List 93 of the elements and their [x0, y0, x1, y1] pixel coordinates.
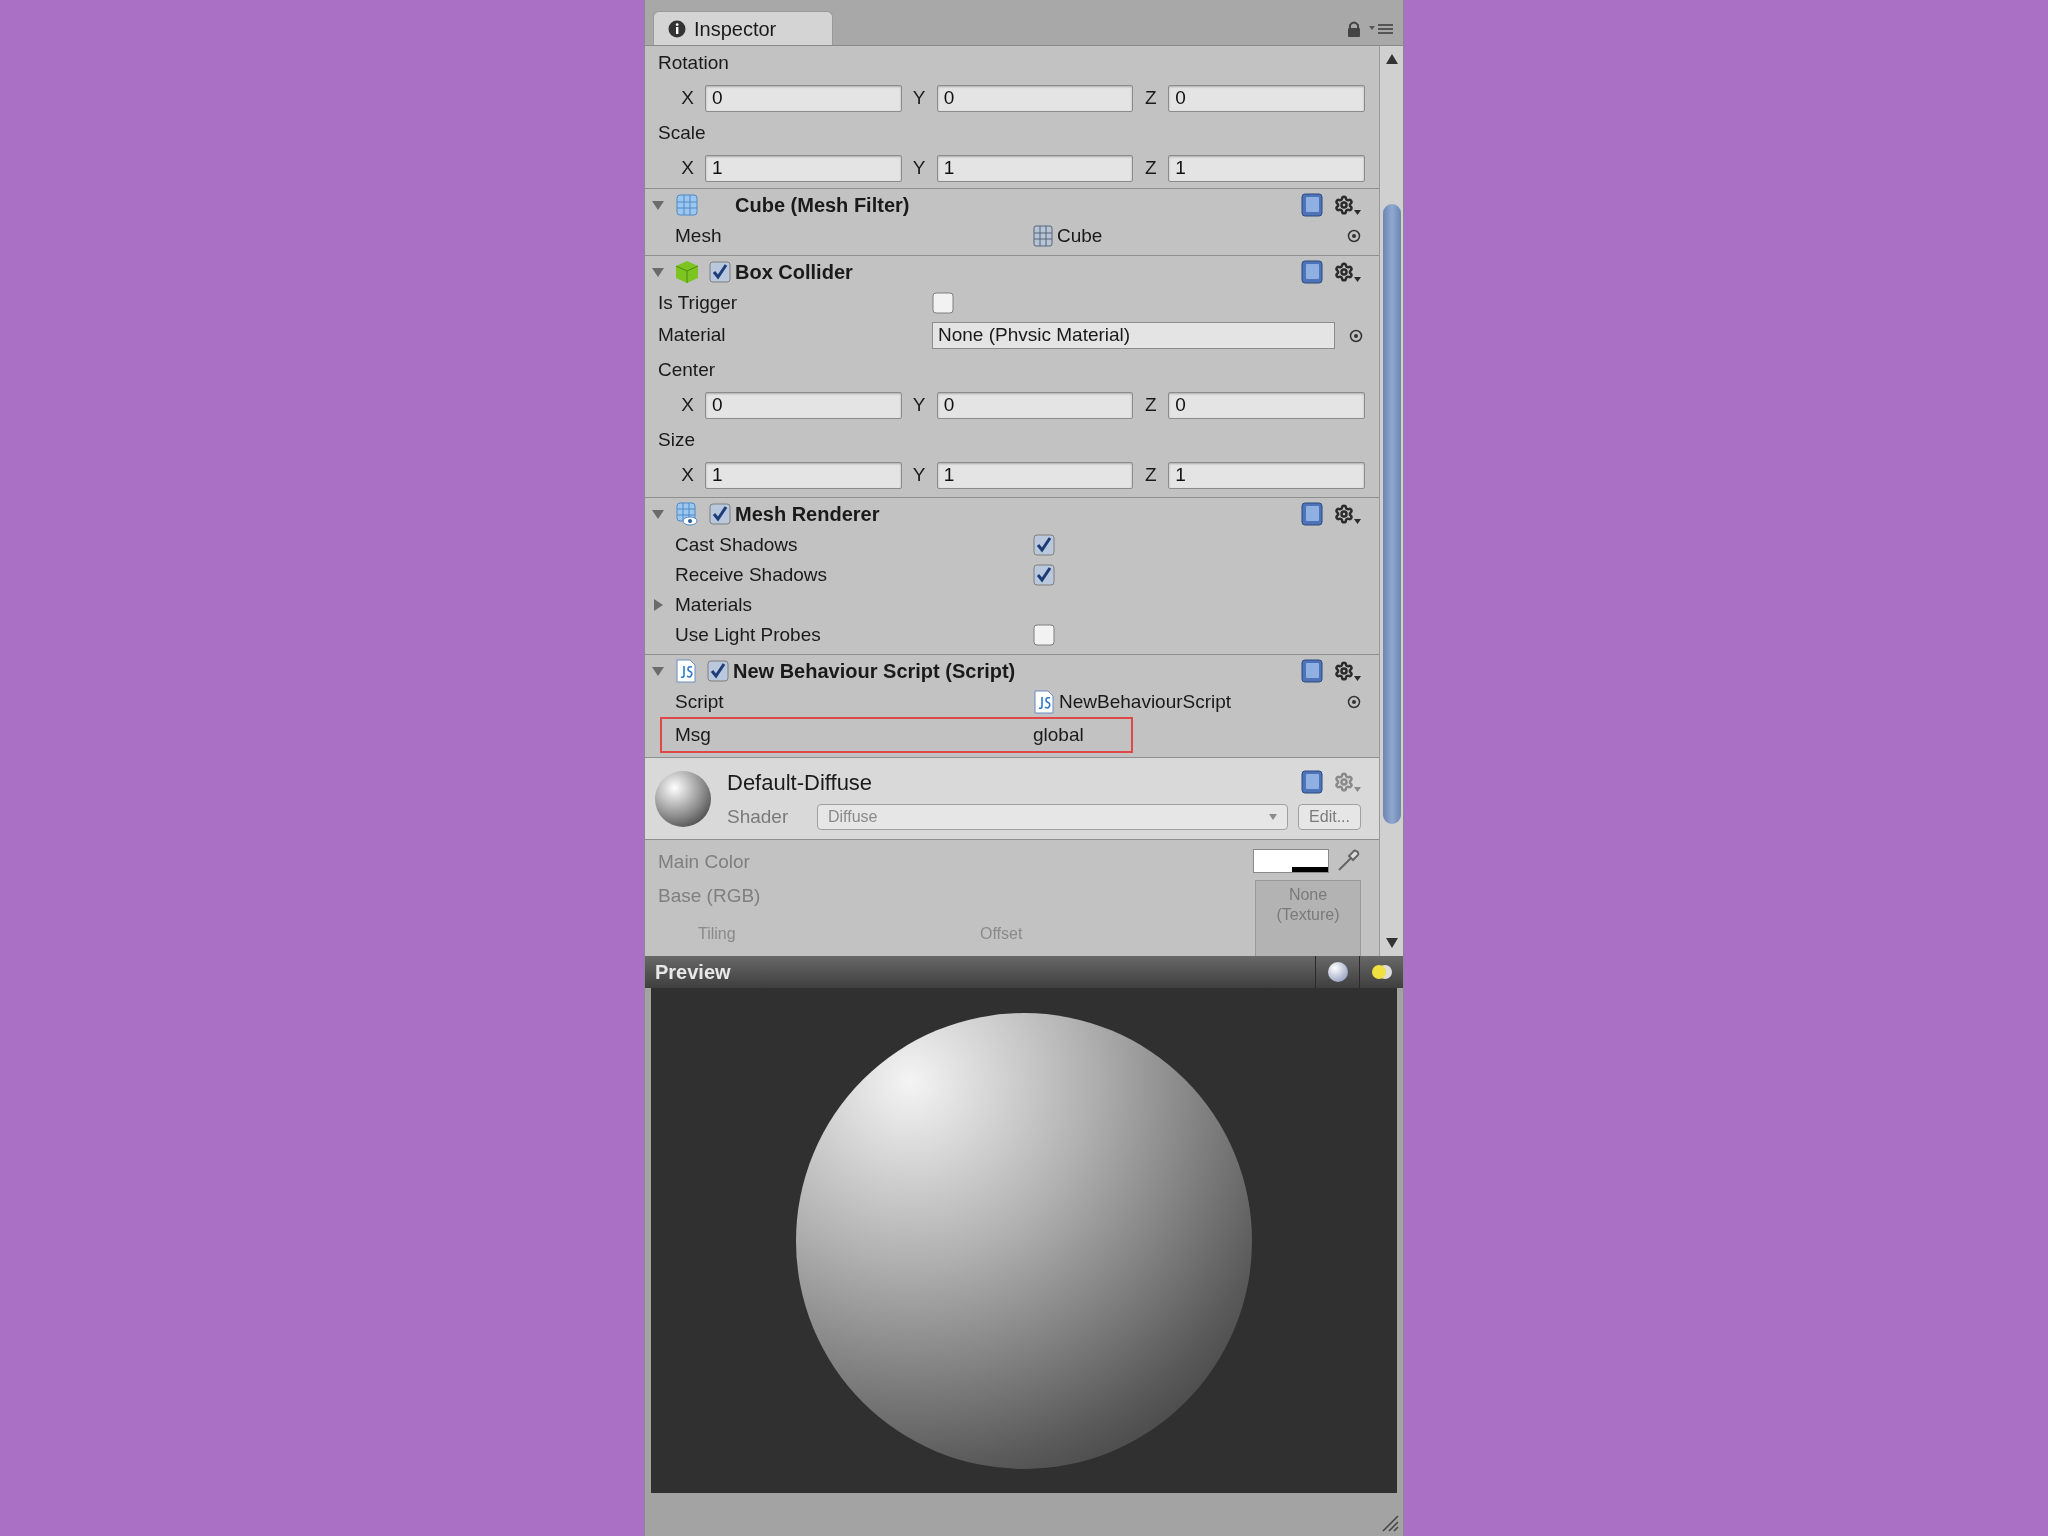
expanded-triangle-icon[interactable] [651, 507, 665, 521]
script-file-icon [1033, 690, 1055, 714]
menu-icon[interactable] [1369, 22, 1393, 36]
property-label: Rotation [658, 51, 729, 76]
foldout-label[interactable]: Materials [675, 590, 753, 620]
component-title: Box Collider [735, 260, 854, 285]
lock-icon[interactable] [1347, 21, 1361, 37]
number-field[interactable]: 0 [1168, 85, 1365, 112]
object-value: NewBehaviourScript [1059, 689, 1232, 714]
property-label: Msg [675, 722, 712, 747]
help-book-icon[interactable] [1300, 502, 1324, 526]
number-field[interactable]: 0 [1168, 392, 1365, 419]
shader-label: Shader [727, 804, 790, 829]
settings-icon[interactable] [1334, 195, 1361, 215]
preview-title: Preview [655, 960, 731, 985]
axis-label: Z [1144, 393, 1158, 418]
script-file-icon [675, 659, 697, 683]
number-field[interactable]: 0 [936, 85, 1134, 112]
checkbox[interactable] [932, 292, 954, 314]
dropdown-arrow-icon [1269, 814, 1278, 820]
property-label: Main Color [658, 850, 751, 874]
property-label: Scale [658, 121, 706, 146]
settings-icon[interactable] [1334, 262, 1361, 282]
property-label: Receive Shadows [675, 562, 829, 587]
axis-label: X [680, 86, 695, 111]
info-icon [668, 19, 686, 38]
component-title: New Behaviour Script (Script) [733, 659, 1017, 684]
scrollbar[interactable] [1379, 46, 1403, 956]
grid-icon [675, 193, 699, 217]
text-value[interactable]: global [1033, 720, 1084, 750]
offset-label: Offset [980, 924, 1023, 944]
resize-grip-icon[interactable] [1381, 1514, 1399, 1532]
number-field[interactable]: 0 [936, 392, 1134, 419]
expanded-triangle-icon[interactable] [651, 198, 665, 212]
property-label: Script [675, 689, 725, 714]
number-field[interactable]: 1 [1168, 462, 1365, 489]
help-book-icon[interactable] [1300, 260, 1324, 284]
object-picker-icon[interactable] [1349, 328, 1363, 343]
settings-icon[interactable] [1334, 661, 1361, 681]
axis-label: Z [1144, 86, 1158, 111]
help-book-icon[interactable] [1300, 770, 1324, 795]
cube-icon [675, 260, 699, 284]
expanded-triangle-icon[interactable] [651, 664, 665, 678]
checkbox[interactable] [1033, 624, 1055, 646]
number-field[interactable]: 1 [1168, 155, 1365, 182]
number-field[interactable]: 1 [705, 462, 902, 489]
number-field[interactable]: 0 [705, 85, 902, 112]
expanded-triangle-icon[interactable] [651, 265, 665, 279]
collapsed-triangle-icon[interactable] [651, 598, 665, 612]
checkbox[interactable] [1033, 534, 1055, 556]
tiling-label: Tiling [697, 924, 737, 944]
axis-label: Y [911, 86, 927, 111]
property-label: Material [658, 323, 727, 348]
checkbox[interactable] [707, 660, 729, 682]
light-circles-icon [1369, 964, 1394, 980]
checkbox[interactable] [709, 503, 731, 525]
component-title: Mesh Renderer [735, 502, 881, 527]
scroll-down-arrow-icon[interactable] [1385, 938, 1398, 948]
property-label: Is Trigger [658, 290, 739, 315]
inspector-tab[interactable]: Inspector [653, 11, 833, 45]
axis-label: X [680, 393, 695, 418]
property-label: Mesh [675, 223, 723, 248]
axis-label: Y [911, 156, 927, 181]
checkbox[interactable] [709, 261, 731, 283]
axis-label: Y [911, 463, 927, 488]
number-field[interactable]: 1 [936, 155, 1134, 182]
scroll-up-arrow-icon[interactable] [1385, 54, 1398, 64]
property-label: Size [658, 428, 695, 453]
settings-icon[interactable] [1334, 504, 1361, 524]
color-swatch[interactable] [1253, 849, 1329, 873]
property-label: Cast Shadows [675, 532, 799, 557]
axis-label: Z [1144, 463, 1158, 488]
help-book-icon[interactable] [1300, 193, 1324, 217]
axis-label: Z [1144, 156, 1158, 181]
axis-label: X [680, 463, 695, 488]
object-picker-icon[interactable] [1347, 695, 1361, 709]
grid-eye-icon [675, 502, 699, 526]
object-value: Cube [1057, 223, 1103, 248]
axis-label: Y [911, 393, 927, 418]
object-field[interactable]: None (Phvsic Material) [932, 322, 1335, 349]
number-field[interactable]: 0 [705, 392, 902, 419]
component-title: Cube (Mesh Filter) [735, 193, 911, 218]
axis-label: X [680, 156, 695, 181]
help-book-icon[interactable] [1300, 659, 1324, 683]
material-name: Default-Diffuse [727, 768, 873, 797]
number-field[interactable]: 1 [936, 462, 1134, 489]
property-label: Center [658, 358, 716, 383]
property-label: Use Light Probes [675, 622, 822, 647]
number-field[interactable]: 1 [705, 155, 902, 182]
grid-icon [1033, 225, 1053, 247]
object-picker-icon[interactable] [1347, 229, 1361, 243]
property-label: Base (RGB) [658, 884, 762, 908]
checkbox[interactable] [1033, 564, 1055, 586]
